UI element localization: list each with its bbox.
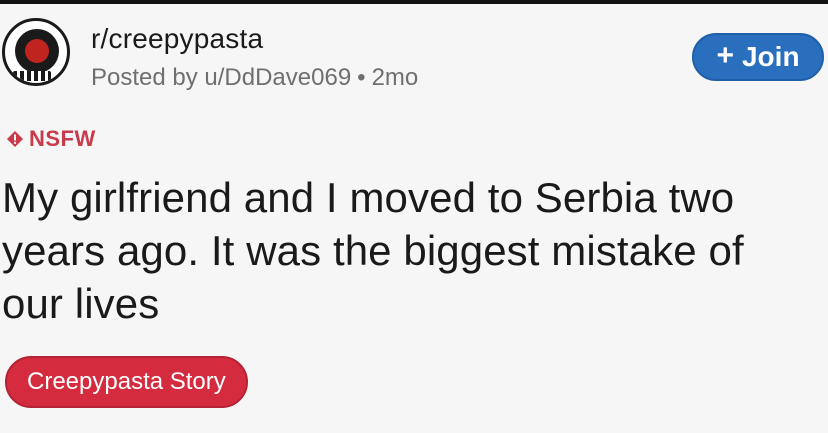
post-meta: Posted by u/DdDave069 • 2mo [91,64,418,92]
posted-by-user[interactable]: Posted by u/DdDave069 [91,64,351,91]
nsfw-tag: NSFW [6,126,96,152]
meta-separator: • [357,64,366,91]
avatar-teeth [13,71,51,81]
nsfw-label: NSFW [29,126,96,151]
join-label: Join [741,41,800,72]
post-card[interactable]: r/creepypasta Posted by u/DdDave069 • 2mo … [0,4,828,433]
post-flair[interactable]: Creepypasta Story [5,356,248,408]
post-age: 2mo [371,64,419,91]
subreddit-avatar[interactable] [2,18,70,86]
post-title[interactable]: My girlfriend and I moved to Serbia two … [2,171,807,330]
join-button[interactable]: + Join [692,33,824,81]
diamond-icon [7,131,23,147]
subreddit-name[interactable]: r/creepypasta [91,23,263,55]
avatar-eye-icon [25,39,49,63]
plus-icon: + [716,39,734,72]
